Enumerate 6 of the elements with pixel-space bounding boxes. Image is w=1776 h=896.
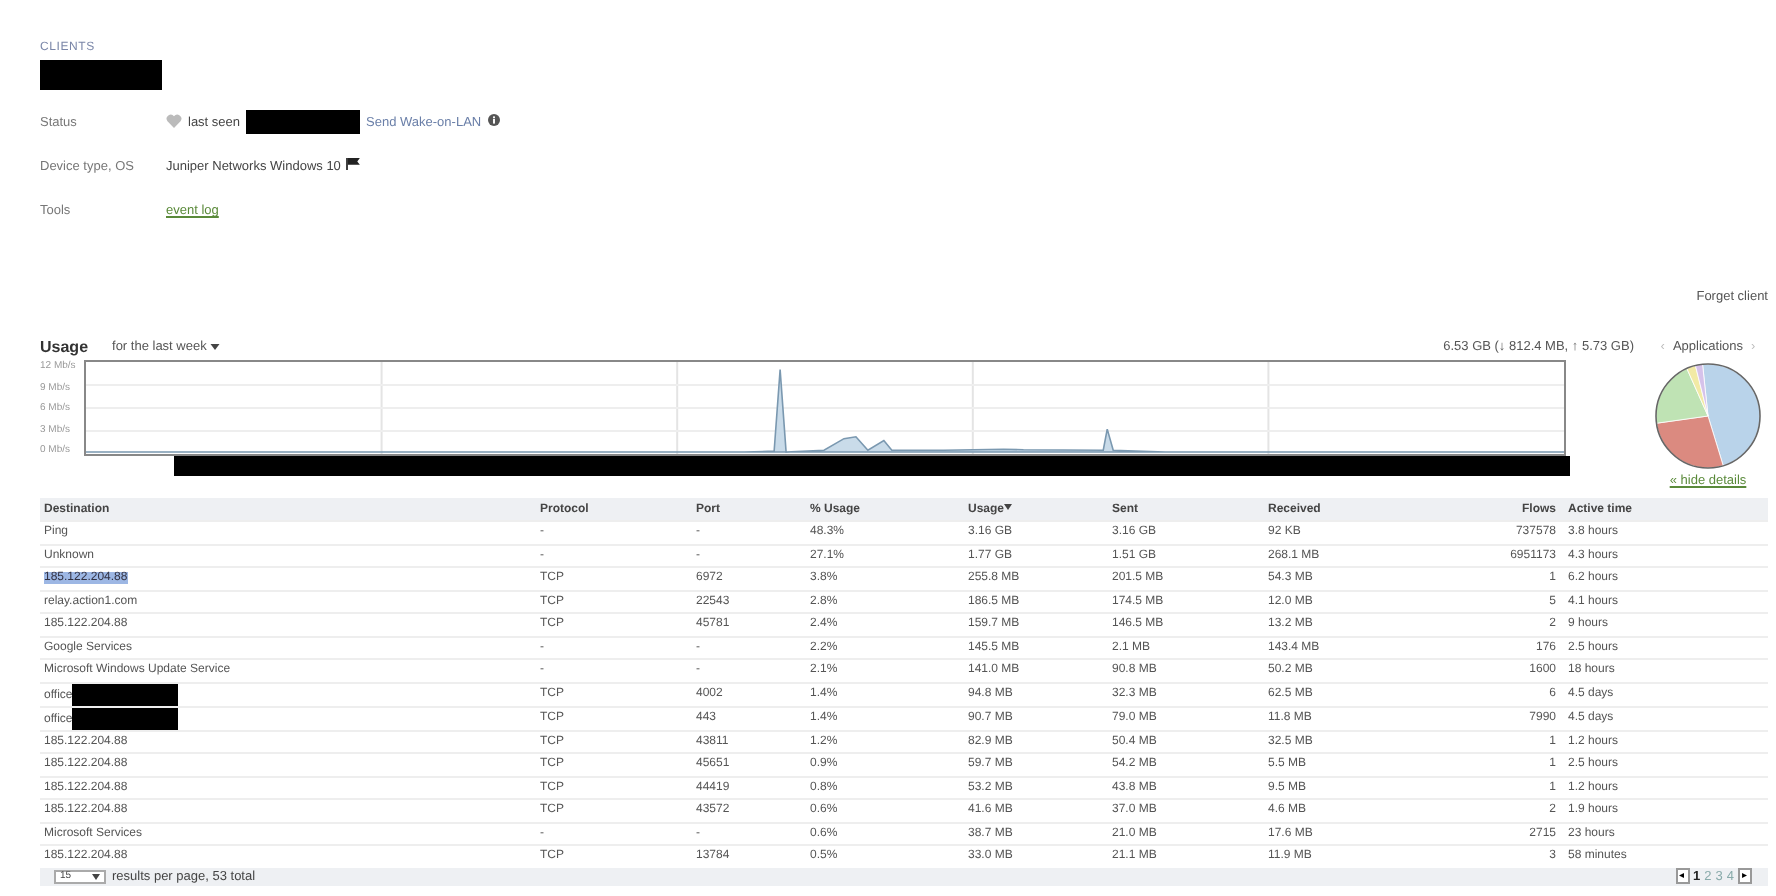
usage-title: Usage: [40, 337, 89, 355]
pie-chart-drawing: [1652, 360, 1764, 472]
caret-icon: [92, 873, 100, 879]
flag-icon[interactable]: [346, 158, 361, 170]
info-icon[interactable]: [487, 114, 500, 126]
caret-icon: [210, 343, 221, 349]
